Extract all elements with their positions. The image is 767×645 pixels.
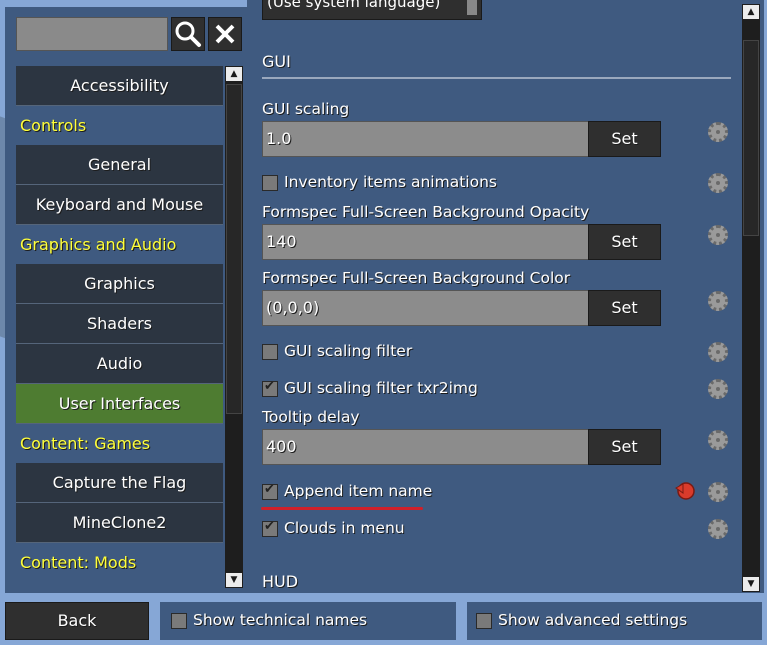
append-item-name-checkbox[interactable] [262, 482, 278, 500]
show-advanced-settings-label[interactable]: Show advanced settings [498, 611, 687, 629]
section-divider [262, 77, 731, 79]
scroll-down-arrow[interactable]: ▼ [226, 573, 242, 587]
show-advanced-settings-checkbox[interactable] [476, 613, 492, 629]
show-technical-names-toggle[interactable]: Show technical names [160, 602, 456, 640]
append-item-name-label[interactable]: Append item name [284, 482, 432, 500]
gui-scaling-set-button[interactable]: Set [588, 121, 661, 157]
inventory-animations-checkbox[interactable] [262, 175, 278, 191]
sidebar-item-audio[interactable]: Audio [16, 344, 223, 384]
magnifier-icon [175, 21, 201, 47]
tooltip-delay-label: Tooltip delay [262, 408, 360, 426]
section-title-hud: HUD [262, 572, 299, 591]
sidebar-item-capture-the-flag[interactable]: Capture the Flag [16, 463, 223, 503]
content-scrollbar[interactable]: ▲ ▼ [742, 4, 760, 592]
category-list: Accessibility Controls General Keyboard … [16, 66, 223, 582]
language-dropdown-value: (Use system language) [267, 0, 441, 11]
gui-scaling-input[interactable]: 1.0 [262, 121, 589, 157]
sidebar-scroll-thumb[interactable] [226, 84, 242, 414]
clouds-in-menu-checkbox[interactable] [262, 519, 278, 537]
search-button[interactable] [171, 17, 205, 51]
sidebar-item-shaders[interactable]: Shaders [16, 304, 223, 344]
section-title-gui: GUI [262, 52, 291, 71]
bg-color-label: Formspec Full-Screen Background Color [262, 269, 571, 287]
sidebar-item-keyboard-and-mouse[interactable]: Keyboard and Mouse [16, 185, 223, 225]
scaling-filter-txr2img-label[interactable]: GUI scaling filter txr2img [284, 379, 478, 397]
bg-opacity-label: Formspec Full-Screen Background Opacity [262, 203, 590, 221]
scroll-up-arrow[interactable]: ▲ [226, 67, 242, 81]
show-technical-names-checkbox[interactable] [171, 613, 187, 629]
settings-content: (Use system language) GUI GUI scaling 1.… [247, 0, 764, 593]
bg-color-input[interactable]: (0,0,0) [262, 290, 589, 326]
content-scroll-thumb[interactable] [743, 40, 759, 236]
sidebar-header-content-mods: Content: Mods [20, 553, 137, 572]
sidebar-item-accessibility[interactable]: Accessibility [16, 66, 223, 106]
gui-scaling-label: GUI scaling [262, 100, 350, 118]
sidebar-item-mineclone2[interactable]: MineClone2 [16, 503, 223, 543]
clear-search-button[interactable] [208, 17, 242, 51]
inventory-animations-label[interactable]: Inventory items animations [284, 173, 497, 191]
sidebar-scrollbar[interactable]: ▲ ▼ [225, 66, 243, 588]
scroll-up-arrow[interactable]: ▲ [743, 5, 759, 19]
scaling-filter-txr2img-checkbox[interactable] [262, 379, 278, 397]
bg-opacity-input[interactable]: 140 [262, 224, 589, 260]
sidebar-item-general[interactable]: General [16, 145, 223, 185]
sidebar-header-graphics-and-audio: Graphics and Audio [20, 235, 177, 254]
scaling-filter-checkbox[interactable] [262, 344, 278, 360]
gear-icon[interactable] [708, 225, 728, 245]
language-dropdown[interactable]: (Use system language) [262, 0, 482, 20]
bg-opacity-set-button[interactable]: Set [588, 224, 661, 260]
sidebar-header-controls: Controls [20, 116, 87, 135]
gear-icon[interactable] [708, 122, 728, 142]
gear-icon[interactable] [708, 379, 728, 399]
reset-icon[interactable] [674, 480, 696, 502]
gear-icon[interactable] [708, 173, 728, 193]
close-icon [215, 24, 235, 44]
clouds-in-menu-label[interactable]: Clouds in menu [284, 519, 405, 537]
scaling-filter-label[interactable]: GUI scaling filter [284, 342, 412, 360]
reset-arrow-icon [675, 482, 695, 500]
bg-color-set-button[interactable]: Set [588, 290, 661, 326]
settings-sidebar: Accessibility Controls General Keyboard … [5, 7, 247, 593]
changed-underline [261, 507, 423, 510]
search-input[interactable] [16, 17, 168, 51]
gear-icon[interactable] [708, 291, 728, 311]
scroll-down-arrow[interactable]: ▼ [743, 577, 759, 591]
sidebar-item-user-interfaces[interactable]: User Interfaces [16, 384, 223, 424]
tooltip-delay-set-button[interactable]: Set [588, 429, 661, 465]
show-advanced-settings-toggle[interactable]: Show advanced settings [467, 602, 762, 640]
gear-icon[interactable] [708, 342, 728, 362]
dropdown-handle [467, 0, 477, 15]
gear-icon[interactable] [708, 430, 728, 450]
show-technical-names-label[interactable]: Show technical names [193, 611, 367, 629]
gear-icon[interactable] [708, 482, 728, 502]
sidebar-header-content-games: Content: Games [20, 434, 151, 453]
back-button[interactable]: Back [5, 602, 149, 640]
tooltip-delay-input[interactable]: 400 [262, 429, 589, 465]
gear-icon[interactable] [708, 519, 728, 539]
sidebar-item-graphics[interactable]: Graphics [16, 264, 223, 304]
